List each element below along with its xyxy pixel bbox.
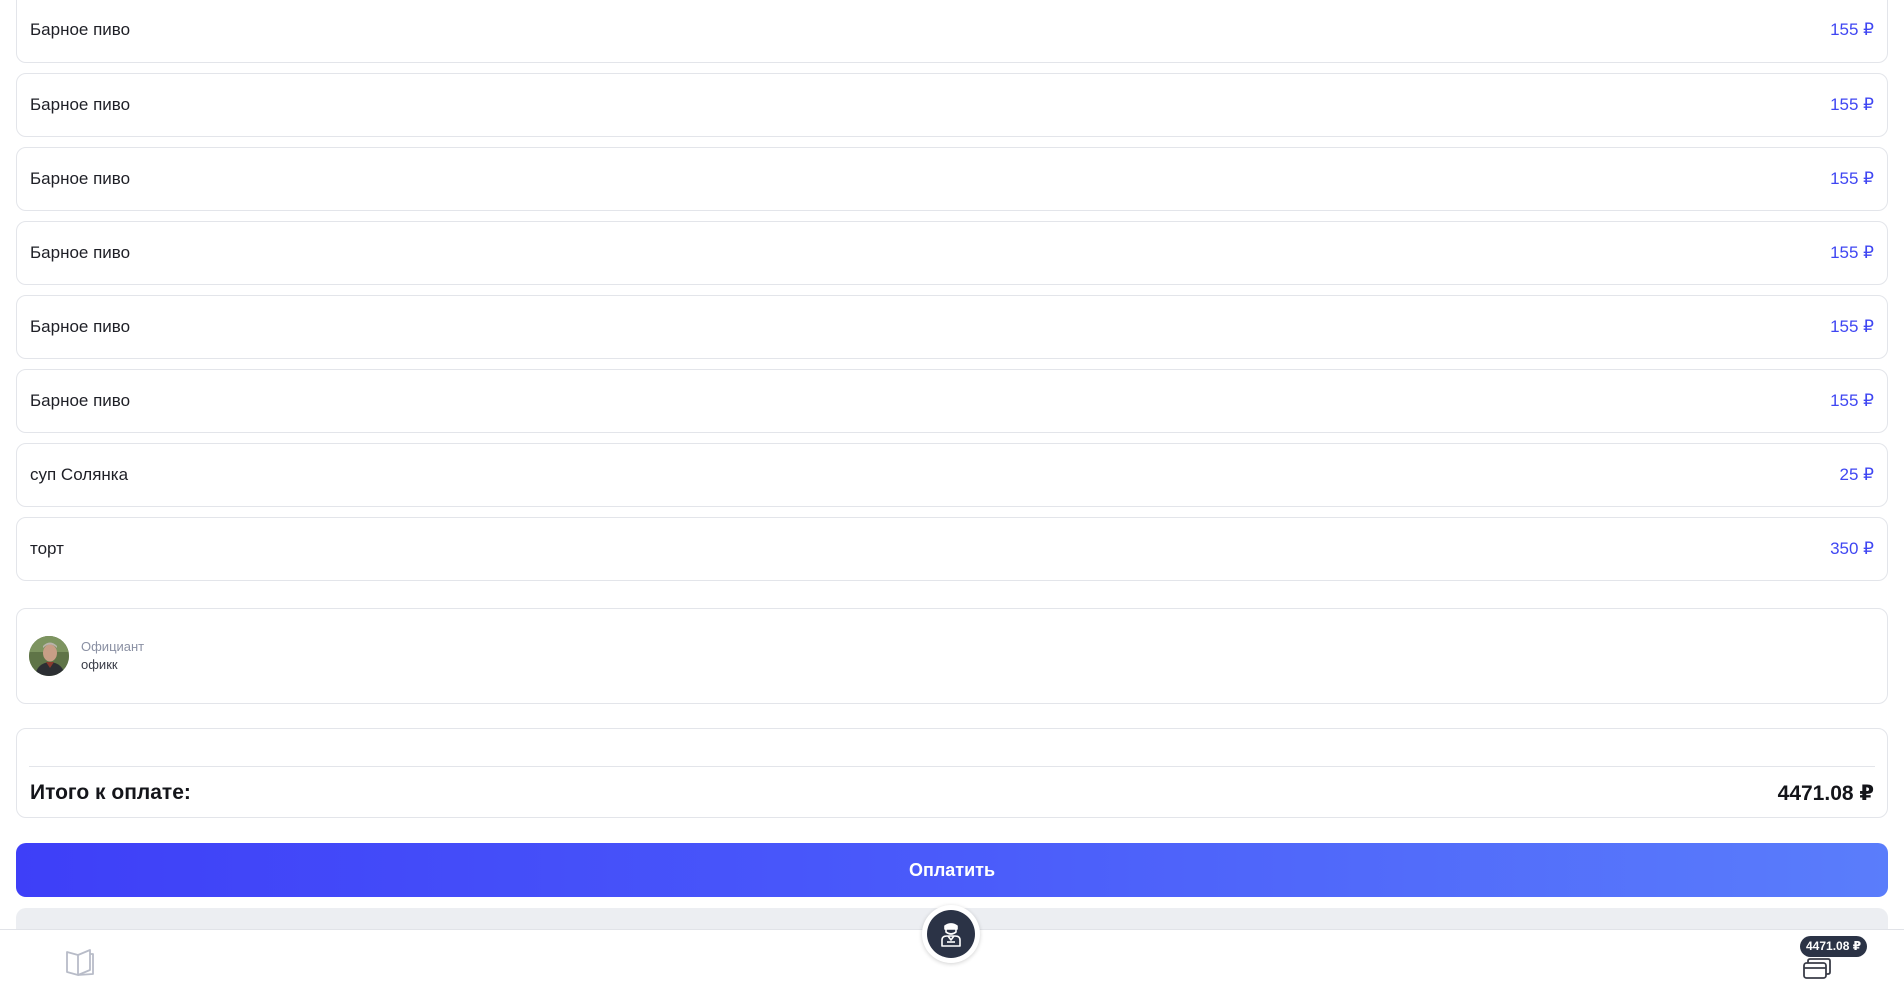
bottom-nav: 4471.08 ₽ <box>0 905 1904 992</box>
order-item-price: 155 ₽ <box>1830 317 1874 336</box>
order-item-price: 350 ₽ <box>1830 539 1874 558</box>
order-item: суп Солянка 25 ₽ <box>16 443 1888 507</box>
order-item-price: 155 ₽ <box>1830 95 1874 114</box>
waiter-icon <box>927 910 975 958</box>
order-item: Барное пиво 155 ₽ <box>16 369 1888 433</box>
order-item: Барное пиво 155 ₽ <box>16 221 1888 285</box>
waiter-name: офикк <box>81 657 118 672</box>
order-item-price: 25 ₽ <box>1839 465 1874 484</box>
order-item-name: Барное пиво <box>30 391 131 410</box>
order-item-name: суп Солянка <box>30 465 129 484</box>
total-divider <box>29 766 1875 767</box>
order-item-name: Барное пиво <box>30 317 131 336</box>
call-waiter-button[interactable] <box>922 905 980 963</box>
order-item-price: 155 ₽ <box>1830 243 1874 262</box>
order-item-name: Барное пиво <box>30 20 131 39</box>
total-value: 4471.08 ₽ <box>1777 782 1874 805</box>
card-icon <box>1802 958 1832 985</box>
waiter-info: Официант офикк <box>81 638 144 674</box>
order-item-price: 155 ₽ <box>1830 391 1874 410</box>
total-label: Итого к оплате: <box>30 781 191 804</box>
order-item-name: Барное пиво <box>30 95 131 114</box>
pay-button[interactable]: Оплатить <box>16 843 1888 897</box>
order-item: торт 350 ₽ <box>16 517 1888 581</box>
order-item-price: 155 ₽ <box>1830 169 1874 188</box>
waiter-avatar <box>29 636 69 676</box>
order-item: Барное пиво 155 ₽ <box>16 0 1888 63</box>
order-item-name: торт <box>30 539 64 558</box>
order-items-list: Барное пиво 155 ₽ Барное пиво 155 ₽ Барн… <box>16 0 1888 591</box>
book-icon[interactable] <box>64 946 96 978</box>
total-card: Итого к оплате: 4471.08 ₽ <box>16 728 1888 818</box>
order-item-name: Барное пиво <box>30 243 131 262</box>
order-item-name: Барное пиво <box>30 169 131 188</box>
waiter-role: Официант <box>81 639 145 654</box>
cart-total-badge: 4471.08 ₽ <box>1800 936 1868 957</box>
order-item: Барное пиво 155 ₽ <box>16 147 1888 211</box>
order-item: Барное пиво 155 ₽ <box>16 73 1888 137</box>
waiter-card: Официант офикк <box>16 608 1888 704</box>
order-page: Барное пиво 155 ₽ Барное пиво 155 ₽ Барн… <box>0 0 1904 992</box>
order-item-price: 155 ₽ <box>1830 20 1874 39</box>
cart-button[interactable]: 4471.08 ₽ <box>1798 936 1870 986</box>
order-item: Барное пиво 155 ₽ <box>16 295 1888 359</box>
